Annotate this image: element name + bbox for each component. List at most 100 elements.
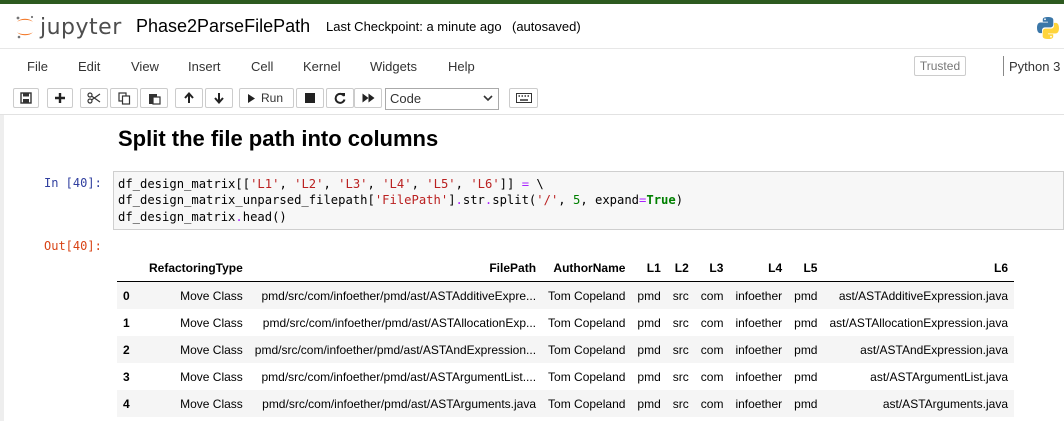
table-cell: src <box>672 369 689 384</box>
table-cell: Move Class <box>180 342 243 357</box>
command-palette-button[interactable] <box>509 88 538 108</box>
copy-button[interactable] <box>110 88 138 108</box>
column-header: L1 <box>631 254 667 282</box>
column-header: L6 <box>823 254 1015 282</box>
table-cell: infoether <box>735 369 783 384</box>
save-button[interactable] <box>13 88 39 108</box>
menu-insert[interactable]: Insert <box>188 59 221 74</box>
table-cell: pmd <box>637 288 661 303</box>
table-cell: pmd/src/com/infoether/pmd/ast/ASTAdditiv… <box>261 288 537 303</box>
kernel-indicator: Python 3 <box>1009 59 1061 74</box>
paste-icon <box>148 93 161 105</box>
column-header: AuthorName <box>542 254 632 282</box>
table-cell: pmd <box>637 369 661 384</box>
insert-cell-button[interactable] <box>47 88 73 108</box>
notebook-container[interactable]: Split the file path into columns In [40]… <box>4 115 1064 421</box>
table-cell: Tom Copeland <box>548 342 626 357</box>
table-row: 2 Move Class pmd/src/com/infoether/pmd/a… <box>117 336 1015 363</box>
menu-kernel[interactable]: Kernel <box>303 59 341 74</box>
code-cell-editor[interactable]: df_design_matrix[['L1', 'L2', 'L3', 'L4'… <box>113 171 1064 230</box>
interrupt-button[interactable] <box>296 88 324 108</box>
table-cell: pmd/src/com/infoether/pmd/ast/ASTAllocat… <box>262 315 537 330</box>
row-index: 4 <box>123 396 130 411</box>
table-cell: infoether <box>735 342 783 357</box>
row-index: 3 <box>123 369 130 384</box>
table-cell: com <box>700 396 724 411</box>
arrow-up-icon <box>184 92 194 103</box>
table-cell: pmd <box>637 396 661 411</box>
column-header-index <box>117 254 143 282</box>
keyboard-icon <box>515 93 532 103</box>
markdown-heading[interactable]: Split the file path into columns <box>118 126 438 152</box>
table-cell: pmd/src/com/infoether/pmd/ast/ASTArgumen… <box>262 396 537 411</box>
table-cell: pmd <box>794 315 818 330</box>
table-cell: Move Class <box>180 396 243 411</box>
menu-cell[interactable]: Cell <box>251 59 273 74</box>
column-header: L2 <box>666 254 695 282</box>
move-down-button[interactable] <box>205 88 233 108</box>
notebook-header: jupyter Phase2ParseFilePath Last Checkpo… <box>0 4 1064 48</box>
save-icon <box>20 92 32 104</box>
fast-forward-icon <box>362 93 374 103</box>
table-cell: Tom Copeland <box>548 369 626 384</box>
table-cell: com <box>700 342 724 357</box>
menu-edit[interactable]: Edit <box>78 59 100 74</box>
cell-type-value: Code <box>390 91 422 106</box>
copy-icon <box>117 91 130 105</box>
table-cell: pmd <box>794 396 818 411</box>
table-cell: pmd <box>637 342 661 357</box>
output-prompt: Out[40]: <box>44 239 102 253</box>
jupyter-logo[interactable]: jupyter <box>14 12 122 42</box>
run-label: Run <box>261 91 284 105</box>
menu-help[interactable]: Help <box>448 59 475 74</box>
autosave-status: (autosaved) <box>512 19 581 34</box>
menu-widgets[interactable]: Widgets <box>370 59 417 74</box>
chevron-down-icon <box>483 95 493 102</box>
restart-button[interactable] <box>326 88 354 108</box>
python-logo-icon <box>1036 16 1060 45</box>
cell-type-select[interactable]: Code <box>385 88 499 110</box>
notebook-toolbar: Run Code <box>0 84 1064 115</box>
menu-file[interactable]: File <box>27 59 48 74</box>
table-cell: ast/ASTAllocationExpression.java <box>829 315 1009 330</box>
column-header: L4 <box>729 254 789 282</box>
table-cell: Tom Copeland <box>548 396 626 411</box>
table-cell: pmd/src/com/infoether/pmd/ast/ASTAndExpr… <box>254 342 537 357</box>
table-cell: com <box>700 369 724 384</box>
column-header: RefactoringType <box>143 254 249 282</box>
table-cell: ast/ASTArguments.java <box>882 396 1009 411</box>
table-cell: ast/ASTAdditiveExpression.java <box>838 288 1009 303</box>
table-cell: pmd <box>794 369 818 384</box>
row-index: 0 <box>123 288 130 303</box>
table-cell: src <box>672 315 689 330</box>
table-row: 0 Move Class pmd/src/com/infoether/pmd/a… <box>117 281 1015 309</box>
paste-button[interactable] <box>140 88 168 108</box>
dataframe-table: RefactoringType FilePath AuthorName L1 L… <box>117 254 1015 417</box>
menu-view[interactable]: View <box>131 59 159 74</box>
table-cell: Tom Copeland <box>548 288 626 303</box>
run-icon <box>248 93 255 103</box>
trusted-badge[interactable]: Trusted <box>914 56 966 76</box>
table-cell: src <box>672 288 689 303</box>
plus-icon <box>55 93 65 103</box>
code-text: df_design_matrix[['L1', 'L2', 'L3', 'L4'… <box>118 177 684 224</box>
table-cell: Move Class <box>180 369 243 384</box>
restart-run-all-button[interactable] <box>354 88 382 108</box>
cut-button[interactable] <box>80 88 108 108</box>
table-row: 4 Move Class pmd/src/com/infoether/pmd/a… <box>117 390 1015 417</box>
table-cell: pmd/src/com/infoether/pmd/ast/ASTArgumen… <box>261 369 537 384</box>
run-button[interactable]: Run <box>239 88 294 108</box>
notebook-title[interactable]: Phase2ParseFilePath <box>136 16 310 37</box>
cut-icon <box>87 92 101 104</box>
menu-bar: File Edit View Insert Cell Kernel Widget… <box>0 48 1064 85</box>
table-cell: ast/ASTAndExpression.java <box>860 342 1009 357</box>
row-index: 2 <box>123 342 130 357</box>
table-cell: pmd <box>794 342 818 357</box>
move-up-button[interactable] <box>175 88 203 108</box>
column-header: FilePath <box>248 254 543 282</box>
table-cell: com <box>700 288 724 303</box>
table-cell: src <box>672 396 689 411</box>
table-cell: Move Class <box>180 288 243 303</box>
table-cell: infoether <box>735 288 783 303</box>
table-row: 1 Move Class pmd/src/com/infoether/pmd/a… <box>117 309 1014 336</box>
